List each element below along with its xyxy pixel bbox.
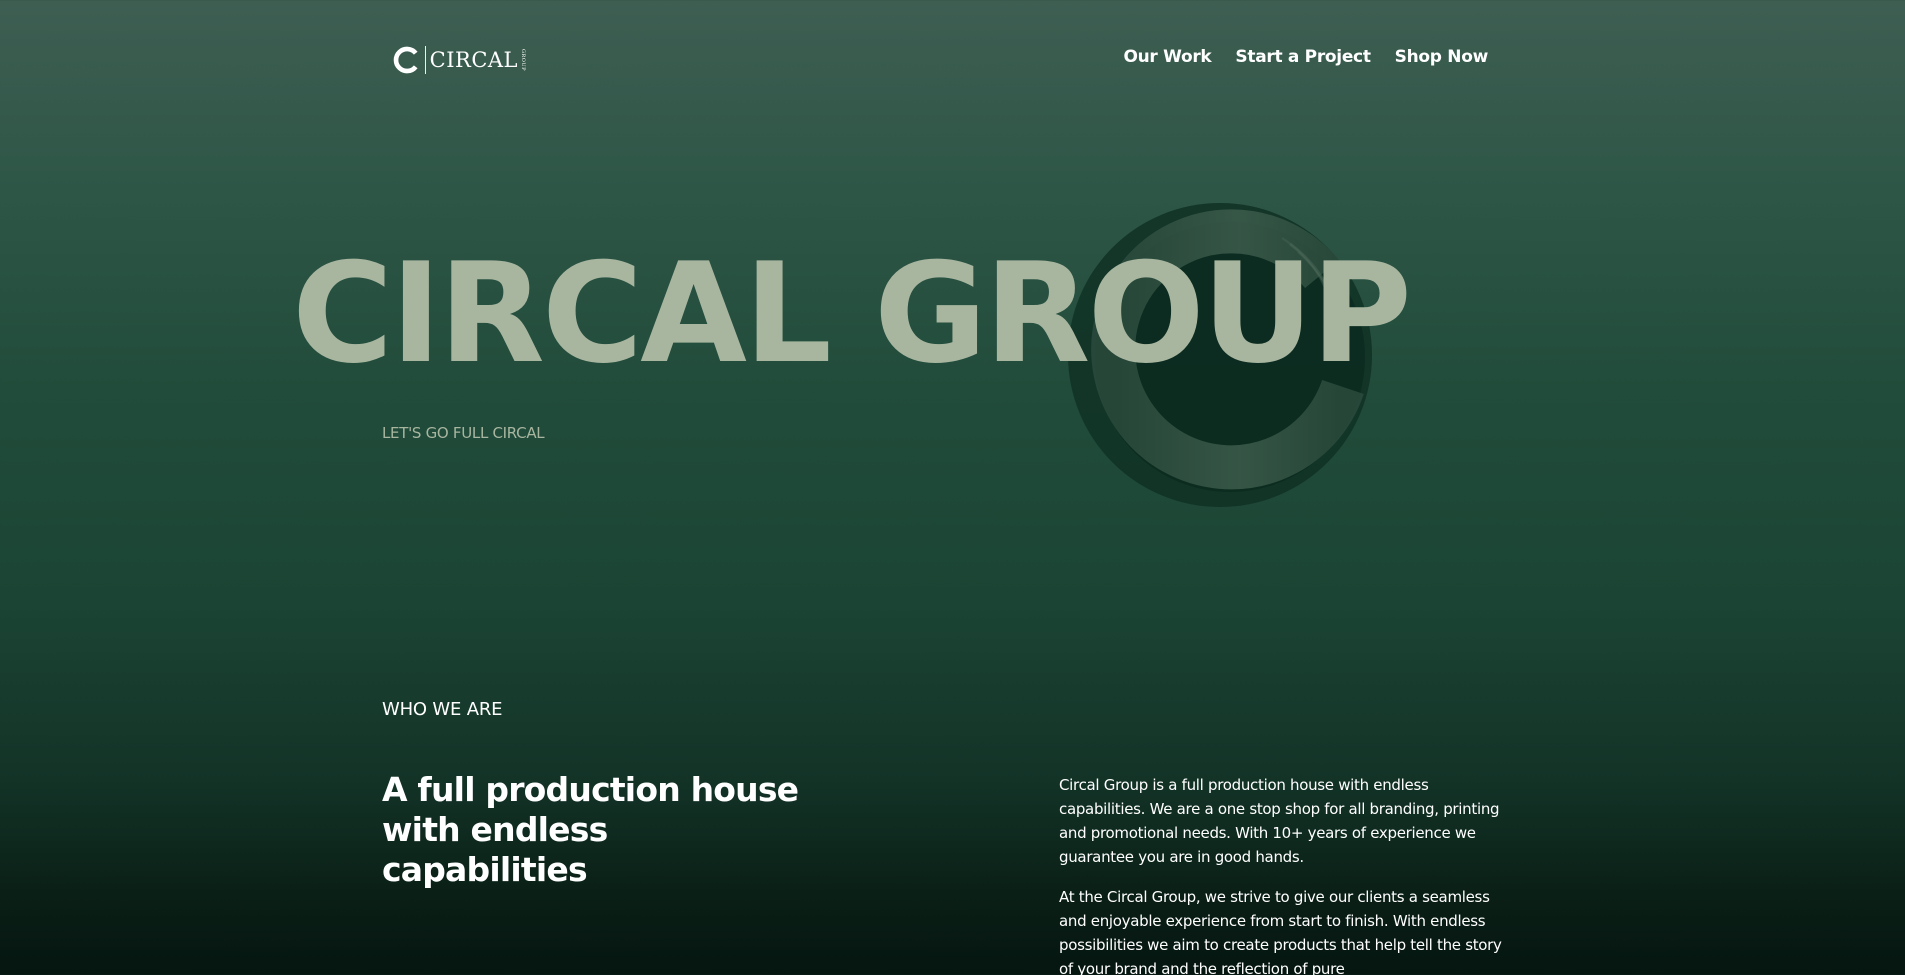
hero-subtitle: LET'S GO FULL CIRCAL xyxy=(382,424,545,442)
site-header: CIRCAL GROUP Our Work Start a Project Sh… xyxy=(0,0,1905,120)
nav-start-a-project[interactable]: Start a Project xyxy=(1235,47,1371,67)
logo-wordmark: CIRCAL xyxy=(429,47,518,72)
hero-title: CIRCAL GROUP xyxy=(292,233,1412,394)
section-body: Circal Group is a full production house … xyxy=(1059,773,1514,975)
heading-line-1: A full production house xyxy=(382,770,799,809)
body-paragraph-1: Circal Group is a full production house … xyxy=(1059,776,1500,866)
body-paragraph-2: At the Circal Group, we strive to give o… xyxy=(1059,888,1502,975)
nav-our-work[interactable]: Our Work xyxy=(1123,47,1211,67)
site-logo[interactable]: CIRCAL GROUP xyxy=(392,42,526,78)
nav-shop-now[interactable]: Shop Now xyxy=(1395,47,1489,67)
section-label: WHO WE ARE xyxy=(382,699,503,720)
main-nav: Our Work Start a Project Shop Now xyxy=(1123,47,1488,67)
section-heading: A full production house with endless cap… xyxy=(382,770,802,890)
logo-subtext: GROUP xyxy=(520,49,526,71)
logo-divider xyxy=(424,46,426,74)
circal-c-logo-icon xyxy=(393,46,418,74)
heading-line-2: with endless capabilities xyxy=(382,810,608,889)
